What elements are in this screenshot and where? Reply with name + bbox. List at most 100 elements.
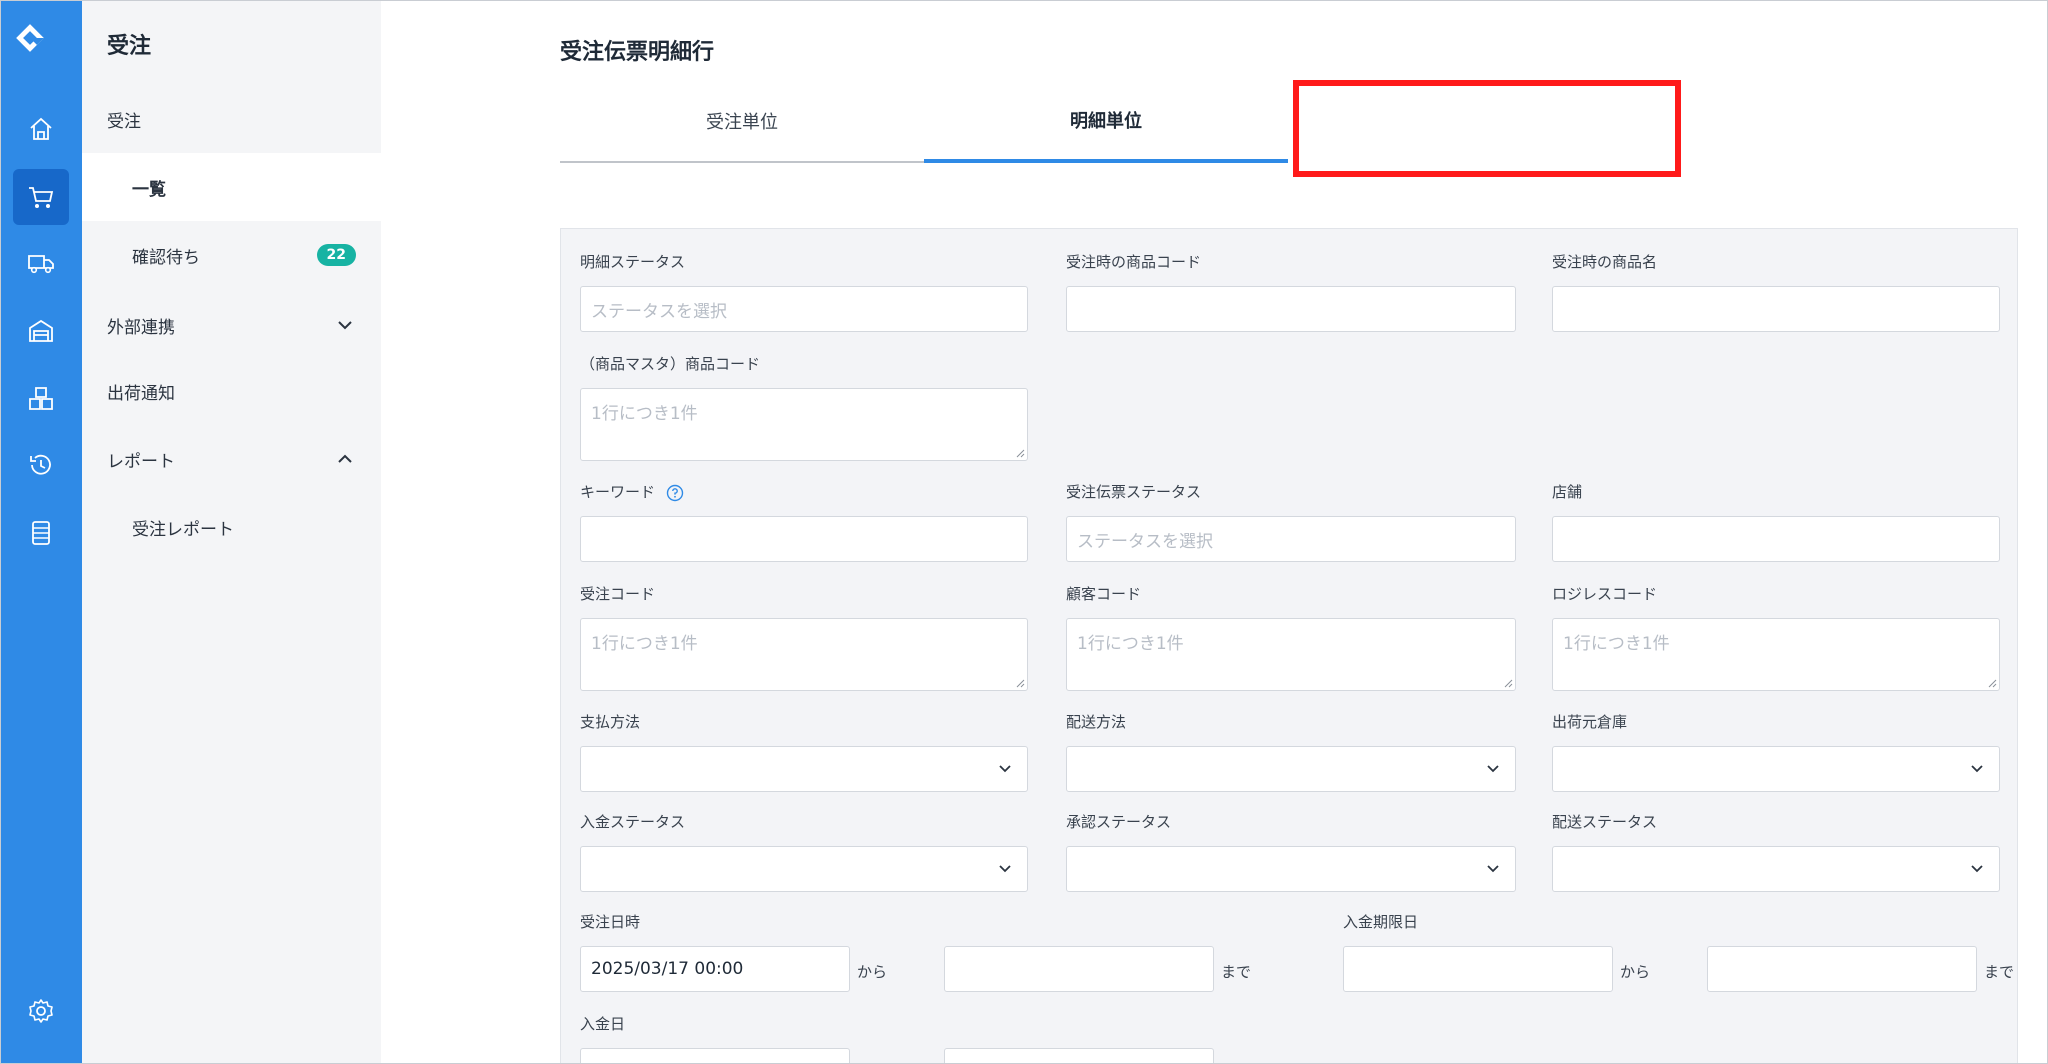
ordered-item-name-label: 受注時の商品名	[1552, 253, 1658, 271]
chevron-down-icon	[1971, 765, 1983, 773]
chevron-up-icon	[338, 454, 352, 463]
sidebar-item-pending[interactable]: 確認待ち 22	[82, 221, 381, 289]
sidebar-item-label: 一覧	[132, 179, 166, 200]
slip-status-label: 受注伝票ステータス	[1066, 483, 1202, 501]
sidebar-item-orders[interactable]: 受注	[82, 85, 381, 153]
textarea-placeholder: 1行につき1件	[1077, 634, 1184, 654]
sidebar-item-label: 出荷通知	[107, 383, 175, 404]
range-to-suffix: まで	[1221, 963, 1252, 981]
delivery-status-field: 配送ステータス	[1552, 811, 2000, 892]
app-window: 受注 受注 一覧 確認待ち 22 外部連携 出荷通知 レポート 受注レポート 受…	[0, 0, 2048, 1064]
slip-status-field: 受注伝票ステータス ステータスを選択	[1066, 481, 1516, 562]
page-title: 受注伝票明細行	[560, 40, 715, 65]
chevron-down-icon	[1487, 765, 1499, 773]
payment-date-label: 入金日	[580, 1015, 626, 1033]
chevron-down-icon	[338, 321, 352, 330]
approval-status-field: 承認ステータス	[1066, 811, 1516, 892]
payment-date-from-input[interactable]	[580, 1048, 850, 1063]
sidebar: 受注 受注 一覧 確認待ち 22 外部連携 出荷通知 レポート 受注レポート	[82, 1, 381, 1063]
cart-icon[interactable]	[13, 169, 69, 225]
store-input[interactable]	[1552, 516, 2000, 562]
payment-status-label: 入金ステータス	[580, 813, 686, 831]
payment-due-to-input[interactable]	[1707, 946, 1977, 992]
delivery-status-label: 配送ステータス	[1552, 813, 1658, 831]
payment-method-field: 支払方法	[580, 711, 1028, 792]
order-datetime-field: 受注日時 2025/03/17 00:00 から まで	[580, 911, 1280, 1001]
keyword-input[interactable]	[580, 516, 1028, 562]
warehouse-label: 出荷元倉庫	[1552, 713, 1628, 731]
sidebar-item-label: 受注	[107, 111, 141, 132]
line-status-field: 明細ステータス ステータスを選択	[580, 251, 1028, 332]
payment-date-to-input[interactable]	[944, 1048, 1214, 1063]
chevron-down-icon	[1971, 865, 1983, 873]
app-logo-icon[interactable]	[15, 23, 67, 75]
sidebar-item-shipping-notice[interactable]: 出荷通知	[82, 357, 381, 425]
line-status-label: 明細ステータス	[580, 253, 686, 271]
history-icon[interactable]	[13, 437, 69, 493]
icon-rail	[1, 1, 82, 1063]
ordered-item-name-field: 受注時の商品名	[1552, 251, 2000, 332]
truck-icon[interactable]	[13, 235, 69, 291]
order-code-textarea[interactable]: 1行につき1件	[580, 618, 1028, 691]
resize-grip-icon[interactable]	[1015, 678, 1025, 688]
highlight-box	[1293, 80, 1681, 177]
resize-grip-icon[interactable]	[1015, 448, 1025, 458]
delivery-status-select[interactable]	[1552, 846, 2000, 892]
resize-grip-icon[interactable]	[1987, 678, 1997, 688]
textarea-placeholder: 1行につき1件	[1563, 634, 1670, 654]
master-item-code-textarea[interactable]: 1行につき1件	[580, 388, 1028, 461]
ordered-item-code-field: 受注時の商品コード	[1066, 251, 1516, 332]
payment-method-select[interactable]	[580, 746, 1028, 792]
list-icon[interactable]	[13, 505, 69, 561]
ordered-item-name-input[interactable]	[1552, 286, 2000, 332]
logiless-code-textarea[interactable]: 1行につき1件	[1552, 618, 2000, 691]
payment-due-field: 入金期限日 から まで	[1343, 911, 2019, 1001]
payment-due-from-input[interactable]	[1343, 946, 1613, 992]
payment-status-field: 入金ステータス	[580, 811, 1028, 892]
chevron-down-icon	[999, 865, 1011, 873]
range-from-suffix: から	[857, 963, 888, 981]
resize-grip-icon[interactable]	[1503, 678, 1513, 688]
chevron-down-icon	[1487, 865, 1499, 873]
master-item-code-label: （商品マスタ）商品コード	[580, 355, 761, 373]
sidebar-item-list[interactable]: 一覧	[82, 153, 381, 221]
order-code-field: 受注コード 1行につき1件	[580, 583, 1028, 691]
store-field: 店舗	[1552, 481, 2000, 562]
range-to-suffix: まで	[1984, 963, 2015, 981]
customer-code-label: 顧客コード	[1066, 585, 1142, 603]
logiless-code-field: ロジレスコード 1行につき1件	[1552, 583, 2000, 691]
sidebar-item-report[interactable]: レポート	[82, 425, 381, 493]
sidebar-item-external[interactable]: 外部連携	[82, 291, 381, 359]
tab-line-unit[interactable]: 明細単位	[924, 81, 1288, 163]
approval-status-label: 承認ステータス	[1066, 813, 1172, 831]
keyword-label: キーワード	[580, 481, 1028, 501]
slip-status-select[interactable]: ステータスを選択	[1066, 516, 1516, 562]
boxes-icon[interactable]	[13, 371, 69, 427]
ordered-item-code-input[interactable]	[1066, 286, 1516, 332]
sidebar-item-order-report[interactable]: 受注レポート	[82, 493, 381, 561]
customer-code-textarea[interactable]: 1行につき1件	[1066, 618, 1516, 691]
sidebar-item-label: 受注レポート	[132, 519, 234, 540]
tab-order-unit[interactable]: 受注単位	[560, 81, 924, 163]
line-status-select[interactable]: ステータスを選択	[580, 286, 1028, 332]
main-content: 受注伝票明細行 受注単位 明細単位 明細ステータス ステータスを選択 受注時の商…	[381, 1, 2047, 1063]
gear-icon[interactable]	[13, 983, 69, 1039]
warehouse-icon[interactable]	[13, 303, 69, 359]
master-item-code-field: （商品マスタ）商品コード 1行につき1件	[580, 353, 1028, 461]
sidebar-title: 受注	[107, 34, 152, 59]
order-datetime-label: 受注日時	[580, 913, 641, 931]
approval-status-select[interactable]	[1066, 846, 1516, 892]
order-datetime-to-input[interactable]	[944, 946, 1214, 992]
help-icon[interactable]	[666, 484, 684, 502]
range-from-suffix: から	[1620, 963, 1651, 981]
sidebar-item-label: レポート	[107, 451, 175, 472]
ordered-item-code-label: 受注時の商品コード	[1066, 253, 1202, 271]
warehouse-select[interactable]	[1552, 746, 2000, 792]
payment-status-select[interactable]	[580, 846, 1028, 892]
order-datetime-from-input[interactable]: 2025/03/17 00:00	[580, 946, 850, 992]
delivery-method-select[interactable]	[1066, 746, 1516, 792]
warehouse-field: 出荷元倉庫	[1552, 711, 2000, 792]
logiless-code-label: ロジレスコード	[1552, 585, 1658, 603]
home-icon[interactable]	[13, 101, 69, 157]
delivery-method-field: 配送方法	[1066, 711, 1516, 792]
